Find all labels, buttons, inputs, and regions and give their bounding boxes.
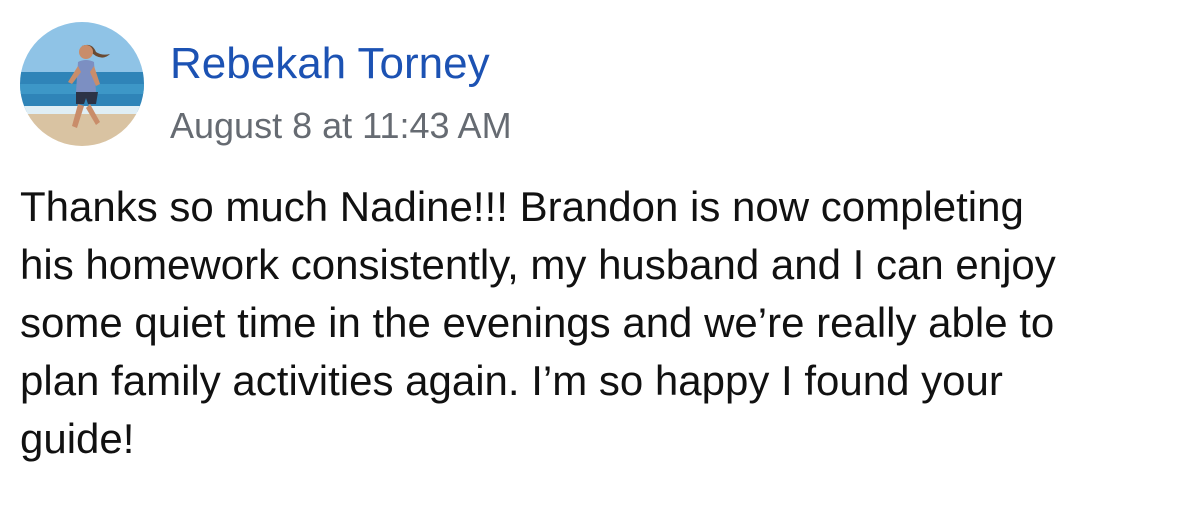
comment-body-line: plan family activities again. I’m so hap… <box>20 357 1003 404</box>
post-timestamp[interactable]: August 8 at 11:43 AM <box>170 104 512 148</box>
comment-card: Rebekah Torney August 8 at 11:43 AM Than… <box>0 0 1200 507</box>
comment-body-line: his homework consistently, my husband an… <box>20 241 1056 288</box>
comment-body: Thanks so much Nadine!!! Brandon is now … <box>20 178 1170 468</box>
author-avatar[interactable] <box>20 22 144 146</box>
comment-body-line: Thanks so much Nadine!!! Brandon is now … <box>20 183 1024 230</box>
comment-body-line: guide! <box>20 415 135 462</box>
author-name-link[interactable]: Rebekah Torney <box>170 38 490 90</box>
profile-photo-icon <box>20 22 144 146</box>
comment-body-line: some quiet time in the evenings and we’r… <box>20 299 1055 346</box>
